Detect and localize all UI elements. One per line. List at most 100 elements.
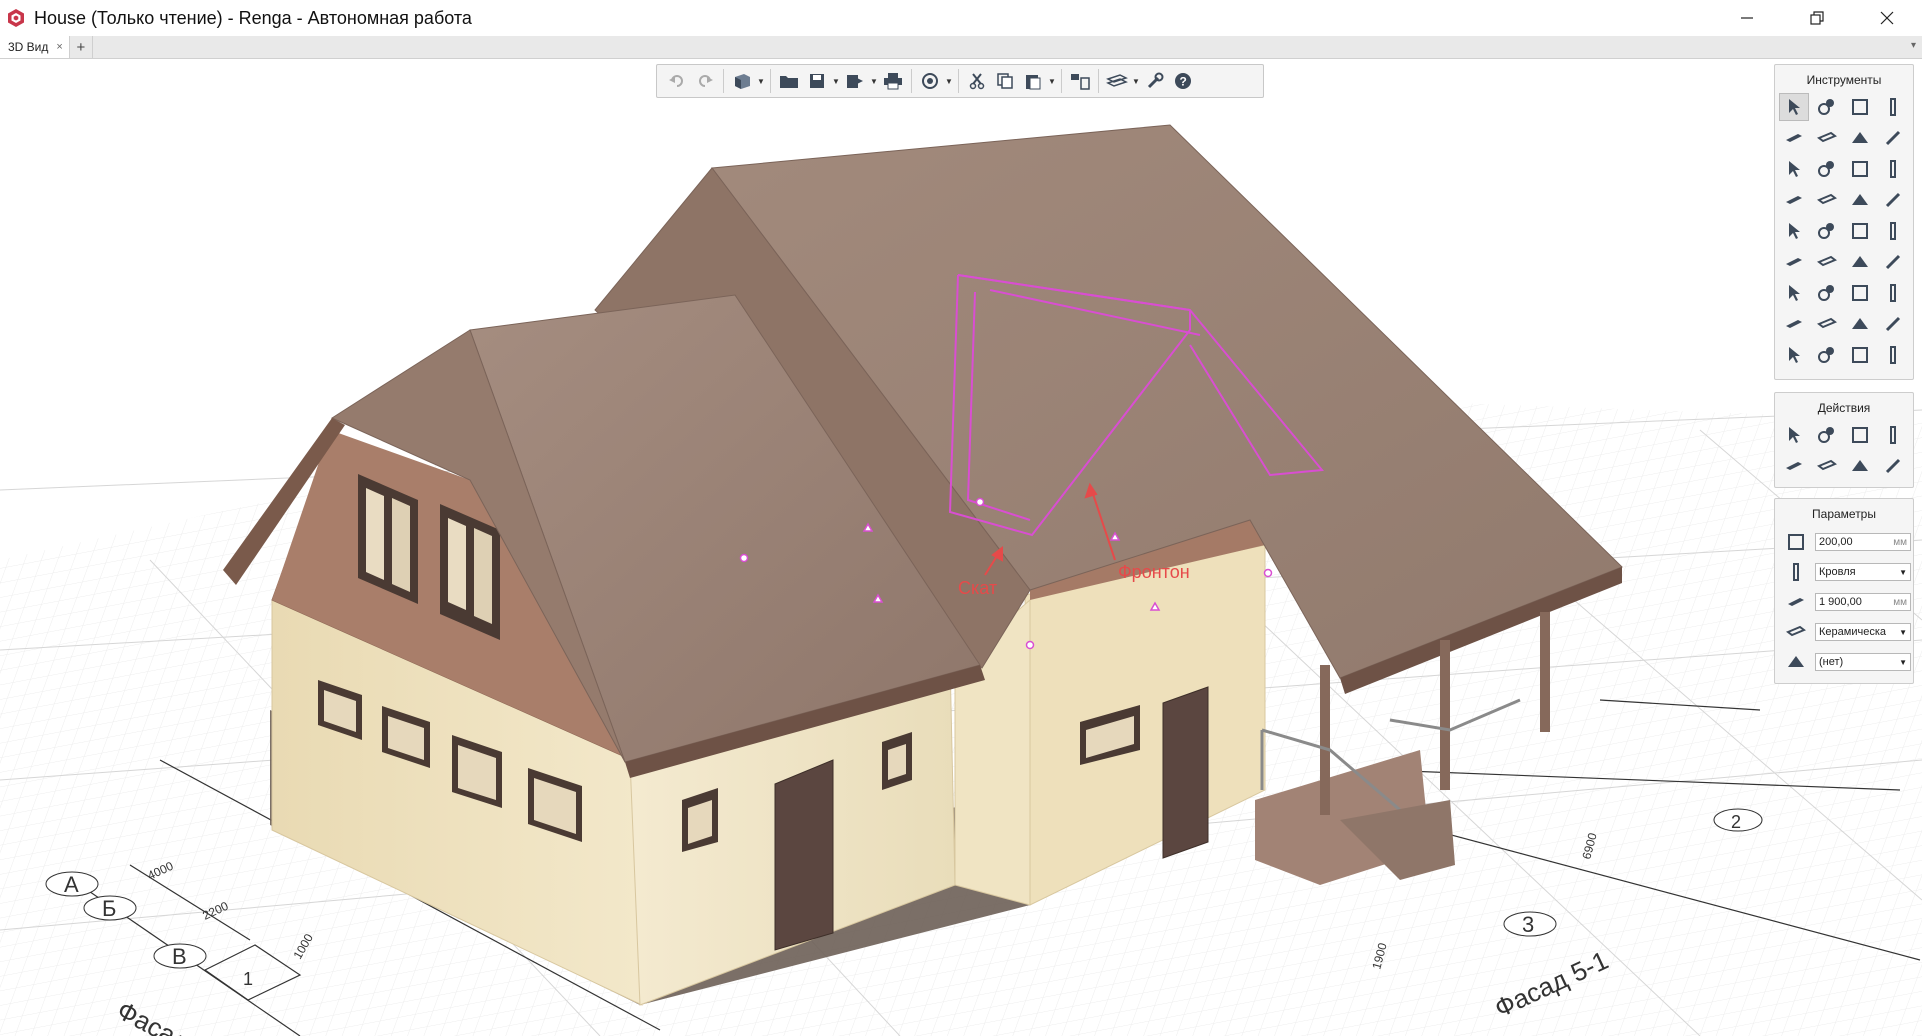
tab-list-chevron-icon[interactable]: ▾ (1911, 40, 1916, 51)
view-cube-button[interactable] (728, 67, 756, 95)
layers-dropdown[interactable]: ▼ (1131, 77, 1141, 86)
wall-icon (1852, 99, 1868, 115)
redo-button[interactable] (691, 67, 719, 95)
scale-icon (1817, 459, 1837, 471)
orbit-icon (922, 73, 938, 89)
fitting-tool-button[interactable] (1878, 248, 1908, 276)
socket-tool-button[interactable] (1878, 310, 1908, 338)
floor-tool-button[interactable] (1812, 124, 1842, 152)
rotate-tool-button[interactable] (1779, 452, 1809, 480)
view-dropdown[interactable]: ▼ (756, 77, 766, 86)
minimize-icon (1741, 17, 1753, 19)
text-tool-button[interactable] (1878, 341, 1908, 369)
door-tool-button[interactable] (1845, 155, 1875, 183)
parameter-select[interactable]: Керамическа ▼ (1815, 623, 1911, 641)
move-tool-button[interactable] (1779, 421, 1809, 449)
array-tool-button[interactable] (1812, 421, 1842, 449)
toolbar-separator (911, 69, 912, 93)
parameter-input[interactable]: 200,00 мм (1815, 533, 1911, 551)
pipe-tool-button[interactable] (1878, 217, 1908, 245)
assembly-tool-button[interactable] (1812, 93, 1842, 121)
beam-tool-button[interactable] (1878, 124, 1908, 152)
label-icon (1785, 652, 1807, 672)
save-button[interactable] (803, 67, 831, 95)
thickness-icon (1788, 534, 1804, 550)
add-tab-button[interactable]: + (70, 36, 93, 58)
print-button[interactable] (879, 67, 907, 95)
light-tool-button[interactable] (1812, 310, 1842, 338)
open-button[interactable] (775, 67, 803, 95)
slab-tool-button[interactable] (1779, 124, 1809, 152)
tools-panel: Инструменты (1774, 64, 1914, 380)
front-door-right[interactable] (1162, 686, 1209, 859)
front-door-left[interactable] (774, 759, 834, 951)
stair-tool-button[interactable] (1779, 155, 1809, 183)
export-button[interactable] (841, 67, 869, 95)
properties-button[interactable] (1066, 67, 1094, 95)
tab-close-icon[interactable]: × (56, 41, 62, 53)
annotation-fronton: Фронтон (1118, 562, 1190, 582)
close-button[interactable] (1852, 0, 1922, 36)
maximize-button[interactable] (1782, 0, 1852, 36)
slab-icon (1786, 134, 1802, 142)
paste-dropdown[interactable]: ▼ (1047, 77, 1057, 86)
align-tool-button[interactable] (1845, 452, 1875, 480)
scene-canvas[interactable]: А Б В 1 3 2 Фасад А Фасад 5-1 4000 2200 … (0, 59, 1922, 1036)
parameter-rows: 200,00 мм Кровля ▼ 1 900,00 мм Керамическа ▼ (не… (1775, 527, 1913, 677)
cabinet-tool-button[interactable] (1779, 310, 1809, 338)
help-icon: ? (1175, 73, 1191, 89)
cable-tool-button[interactable] (1845, 279, 1875, 307)
duct-tool-button[interactable] (1878, 186, 1908, 214)
wall-tool-button[interactable] (1845, 93, 1875, 121)
line-tool-button[interactable] (1812, 186, 1842, 214)
cut-button[interactable] (963, 67, 991, 95)
thickness-icon (1785, 532, 1807, 552)
close-icon (1880, 11, 1894, 25)
layers-button[interactable] (1103, 67, 1131, 95)
paste-button[interactable] (1019, 67, 1047, 95)
roof-tool-button[interactable] (1845, 124, 1875, 152)
boiler-tool-button[interactable] (1812, 217, 1842, 245)
hatch-icon (1852, 347, 1868, 363)
select-tool-button[interactable] (1779, 93, 1809, 121)
parameter-input[interactable]: 1 900,00 мм (1815, 593, 1911, 611)
3d-viewport[interactable]: А Б В 1 3 2 Фасад А Фасад 5-1 4000 2200 … (0, 59, 1922, 1036)
pipe-icon (1890, 222, 1896, 240)
column-tool-button[interactable] (1878, 93, 1908, 121)
column-icon (1890, 98, 1896, 116)
plumbing-tool-button[interactable] (1845, 186, 1875, 214)
ramp-tool-button[interactable] (1812, 155, 1842, 183)
save-dropdown[interactable]: ▼ (831, 77, 841, 86)
hatch-tool-button[interactable] (1845, 341, 1875, 369)
copy-button[interactable] (991, 67, 1019, 95)
outlet-tool-button[interactable] (1845, 310, 1875, 338)
help-button[interactable]: ? (1169, 67, 1197, 95)
trim-tool-button[interactable] (1878, 452, 1908, 480)
railing-tool-button[interactable] (1779, 186, 1809, 214)
pump-tool-button[interactable] (1812, 248, 1842, 276)
panel-tool-button[interactable] (1878, 279, 1908, 307)
minimize-button[interactable] (1712, 0, 1782, 36)
window-tool-button[interactable] (1878, 155, 1908, 183)
fan-tool-button[interactable] (1845, 217, 1875, 245)
scale-tool-button[interactable] (1812, 452, 1842, 480)
export-dropdown[interactable]: ▼ (869, 77, 879, 86)
copy-line-tool-button[interactable] (1845, 421, 1875, 449)
parameter-row: Керамическа ▼ (1775, 617, 1913, 647)
lamp-tool-button[interactable] (1812, 279, 1842, 307)
valve-tool-button[interactable] (1779, 248, 1809, 276)
dimension-tool-button[interactable] (1779, 341, 1809, 369)
settings-button[interactable] (1141, 67, 1169, 95)
parameter-select[interactable]: (нет) ▼ (1815, 653, 1911, 671)
level-tool-button[interactable] (1812, 341, 1842, 369)
tank-tool-button[interactable] (1845, 248, 1875, 276)
heater-tool-button[interactable] (1779, 279, 1809, 307)
parameter-select[interactable]: Кровля ▼ (1815, 563, 1911, 581)
chevron-down-icon: ▼ (1899, 567, 1907, 577)
undo-button[interactable] (663, 67, 691, 95)
tab-3d-view[interactable]: 3D Вид × (0, 36, 70, 58)
mirror-tool-button[interactable] (1878, 421, 1908, 449)
orbit-button[interactable] (916, 67, 944, 95)
equipment-tool-button[interactable] (1779, 217, 1809, 245)
orbit-dropdown[interactable]: ▼ (944, 77, 954, 86)
